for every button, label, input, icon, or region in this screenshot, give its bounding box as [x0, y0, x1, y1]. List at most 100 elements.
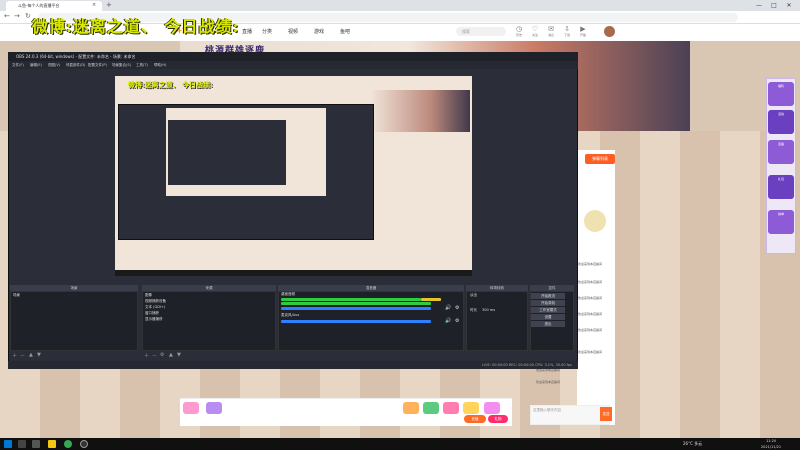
history-icon[interactable]: ◷	[512, 25, 526, 33]
chat-message: 欢迎来到本直播间	[578, 350, 603, 354]
ad-live[interactable]: 直播	[768, 140, 794, 164]
source-item[interactable]: 窗口捕获	[145, 311, 159, 316]
gear-icon[interactable]: ⚙	[455, 318, 459, 324]
gift-item[interactable]	[206, 402, 222, 414]
add-scene-button[interactable]: ＋	[12, 352, 17, 359]
obs-icon[interactable]	[80, 440, 88, 448]
chat-message: 欢迎来到本直播间	[578, 296, 603, 300]
reload-icon[interactable]: ↻	[25, 12, 31, 20]
source-item[interactable]: 文本 (GDI+)	[145, 305, 165, 310]
close-tab-icon[interactable]: ×	[92, 2, 96, 8]
mixer-volume-slider[interactable]	[281, 320, 431, 323]
site-search-input[interactable]: 搜索	[456, 27, 506, 36]
close-window-button[interactable]: ✕	[782, 0, 796, 11]
start-live-icon[interactable]: ▶	[576, 25, 590, 33]
speaker-icon[interactable]: 🔊	[445, 318, 451, 324]
source-item[interactable]: 显示器捕获	[145, 317, 163, 322]
dock-scenes	[10, 291, 138, 351]
gift-item[interactable]	[484, 402, 500, 414]
speaker-icon[interactable]: 🔊	[445, 305, 451, 311]
stream-overlay-text: 微博:迷离之道、 今日战绩:	[32, 17, 240, 36]
exit-button[interactable]: 退出	[531, 321, 565, 327]
back-icon[interactable]: ←	[4, 12, 10, 20]
gift-item[interactable]	[183, 402, 199, 414]
forward-icon[interactable]: →	[14, 12, 20, 20]
source-item[interactable]: 视频捕获设备	[145, 299, 166, 304]
source-item[interactable]: 图像	[145, 293, 152, 298]
preview-overlay-text: 微博:迷离之道、 今日战绩:	[128, 80, 213, 89]
task-view-icon[interactable]	[32, 440, 40, 448]
chat-send-button[interactable]: 发送	[600, 407, 612, 421]
obs-title: OBS 24.0.3 (64-bit, windows) - 配置文件: 未命名…	[8, 52, 578, 61]
gift-item[interactable]	[423, 402, 439, 414]
obs-menu-help[interactable]: 帮助(H)	[154, 61, 166, 69]
chat-input[interactable]: 这里输入聊天内容	[530, 405, 610, 425]
windows-start-icon[interactable]	[4, 440, 12, 448]
obs-menu-view[interactable]: 视图(V)	[48, 61, 60, 69]
search-icon[interactable]	[18, 440, 26, 448]
follow-icon[interactable]: ♡	[528, 25, 542, 33]
gift-button[interactable]: 礼物	[488, 415, 508, 423]
settings-button[interactable]: 设置	[531, 314, 565, 320]
obs-menu-scene-collection[interactable]: 场景集合(S)	[112, 61, 131, 69]
start-recording-button[interactable]: 开始录制	[531, 300, 565, 306]
download-icon[interactable]: ⇩	[560, 25, 574, 33]
clock[interactable]: 11:20 2021/11/21	[757, 438, 785, 450]
mixer-track-label: 桌面音频	[281, 292, 295, 296]
move-up-icon[interactable]: ▲	[29, 352, 33, 358]
mixer-volume-slider[interactable]	[281, 307, 431, 310]
mixer-track-label: 麦克风/Aux	[281, 313, 300, 317]
gear-icon[interactable]: ⚙	[455, 305, 459, 311]
browser-tab[interactable]: 斗鱼-每个人的直播平台	[6, 1, 102, 11]
ad-gift-pack[interactable]: 礼包	[768, 175, 794, 199]
nav-category[interactable]: 分类	[262, 28, 272, 35]
gift-item[interactable]	[443, 402, 459, 414]
maximize-button[interactable]: □	[767, 0, 781, 11]
recharge-button[interactable]: 充值	[464, 415, 486, 423]
obs-menu-edit[interactable]: 编辑(E)	[30, 61, 42, 69]
obs-menu-docks[interactable]: 停靠部件(D)	[66, 61, 85, 69]
gift-item[interactable]	[463, 402, 479, 414]
preview-nested-deep	[168, 120, 286, 185]
obs-menu-tools[interactable]: 工具(T)	[136, 61, 148, 69]
nav-video[interactable]: 视频	[288, 28, 298, 35]
obs-menu-file[interactable]: 文件(F)	[12, 61, 24, 69]
start-streaming-button[interactable]: 开始推流	[531, 293, 565, 299]
preview-taskbar	[115, 270, 472, 276]
duration-input[interactable]: 300 ms	[482, 308, 495, 312]
file-explorer-icon[interactable]	[48, 440, 56, 448]
ad-welfare[interactable]: 福利	[768, 82, 794, 106]
move-up-icon[interactable]: ▲	[169, 352, 173, 358]
tab-chat-list[interactable]: 弹幕列表	[585, 154, 615, 164]
ad-activity[interactable]: 活动	[768, 110, 794, 134]
add-source-button[interactable]: ＋	[144, 352, 149, 359]
avatar[interactable]	[604, 26, 615, 37]
gift-item[interactable]	[403, 402, 419, 414]
move-down-icon[interactable]: ▼	[177, 352, 181, 358]
nav-game[interactable]: 游戏	[314, 28, 324, 35]
remove-source-button[interactable]: －	[152, 352, 157, 359]
mixer-meter	[281, 298, 421, 301]
message-icon[interactable]: ✉	[544, 25, 558, 33]
ad-rank[interactable]: 榜单	[768, 210, 794, 234]
preview-banner	[372, 90, 470, 132]
windows-taskbar	[0, 438, 800, 450]
nav-fishbar[interactable]: 鱼吧	[340, 28, 350, 35]
nav-live[interactable]: 直播	[242, 28, 252, 35]
obs-menu-profile[interactable]: 配置文件(P)	[88, 61, 107, 69]
move-down-icon[interactable]: ▼	[37, 352, 41, 358]
streamer-avatar[interactable]	[584, 210, 606, 232]
gear-icon[interactable]: ⚙	[160, 352, 164, 358]
chat-message: 欢迎来到本直播间	[578, 312, 603, 316]
chat-message: 欢迎来到本直播间	[578, 262, 603, 266]
minimize-button[interactable]: —	[752, 0, 766, 11]
transition-select[interactable]: 淡出	[470, 293, 477, 298]
scene-item[interactable]: 场景	[13, 293, 20, 298]
start-live-label: 开播	[579, 33, 586, 37]
remove-scene-button[interactable]: －	[20, 352, 25, 359]
new-tab-button[interactable]: +	[106, 1, 112, 9]
studio-mode-button[interactable]: 工作室模式	[531, 307, 565, 313]
weather-widget[interactable]: 26°C 多云	[683, 439, 702, 449]
clock-date: 2021/11/21	[760, 445, 782, 449]
chrome-icon[interactable]	[64, 440, 72, 448]
